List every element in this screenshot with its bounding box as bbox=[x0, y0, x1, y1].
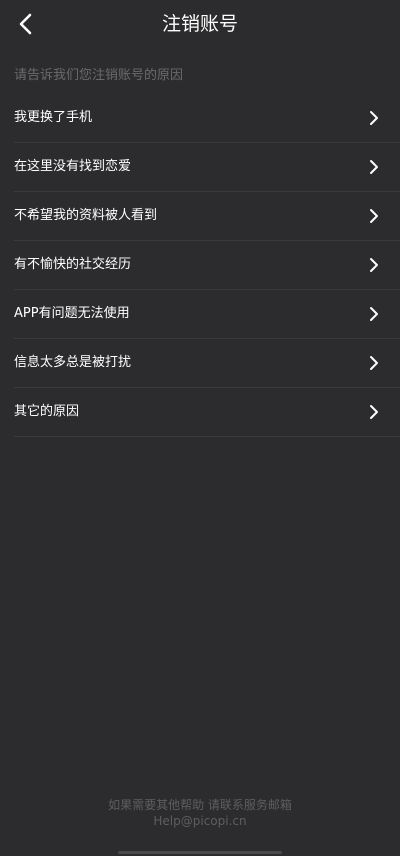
chevron-right-icon bbox=[368, 159, 380, 175]
home-indicator bbox=[118, 851, 282, 854]
reason-prompt: 请告诉我们您注销账号的原因 bbox=[14, 68, 184, 83]
page-title: 注销账号 bbox=[161, 13, 238, 35]
reason-label: APP有问题无法使用 bbox=[14, 306, 130, 321]
reason-label: 其它的原因 bbox=[14, 404, 80, 419]
reason-item-privacy[interactable]: 不希望我的资料被人看到 bbox=[14, 192, 400, 241]
reason-item-changed-phone[interactable]: 我更换了手机 bbox=[14, 94, 400, 143]
reason-item-app-problem[interactable]: APP有问题无法使用 bbox=[14, 290, 400, 339]
chevron-right-icon bbox=[368, 306, 380, 322]
chevron-right-icon bbox=[368, 208, 380, 224]
reason-label: 信息太多总是被打扰 bbox=[14, 355, 132, 370]
reason-list: 我更换了手机 在这里没有找到恋爱 不希望我的资料被人看到 有不愉快的社交经历 A… bbox=[14, 94, 400, 437]
reason-item-bad-social-experience[interactable]: 有不愉快的社交经历 bbox=[14, 241, 400, 290]
help-text: 如果需要其他帮助 请联系服务邮箱 bbox=[108, 798, 292, 812]
help-email[interactable]: Help@picopi.cn bbox=[0, 813, 400, 829]
reason-item-other[interactable]: 其它的原因 bbox=[14, 388, 400, 437]
chevron-right-icon bbox=[368, 257, 380, 273]
reason-item-no-love-found[interactable]: 在这里没有找到恋爱 bbox=[14, 143, 400, 192]
reason-label: 有不愉快的社交经历 bbox=[14, 257, 132, 272]
chevron-right-icon bbox=[368, 404, 380, 420]
reason-label: 在这里没有找到恋爱 bbox=[14, 159, 132, 174]
chevron-right-icon bbox=[368, 355, 380, 371]
reason-item-too-many-messages[interactable]: 信息太多总是被打扰 bbox=[14, 339, 400, 388]
reason-label: 我更换了手机 bbox=[14, 110, 93, 125]
chevron-right-icon bbox=[368, 110, 380, 126]
reason-label: 不希望我的资料被人看到 bbox=[14, 208, 158, 223]
help-footer: 如果需要其他帮助 请联系服务邮箱 Help@picopi.cn bbox=[0, 797, 400, 829]
header-bar: 注销账号 bbox=[0, 0, 400, 48]
